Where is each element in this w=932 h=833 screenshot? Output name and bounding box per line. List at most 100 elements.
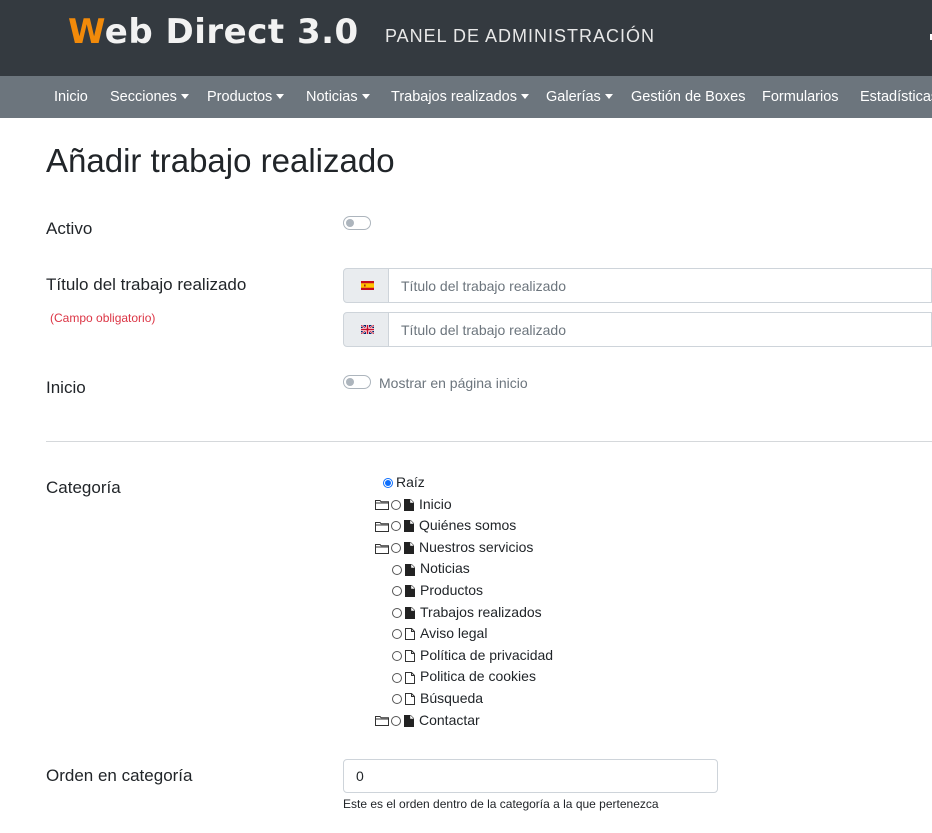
tree-item-label: Inicio	[419, 495, 452, 512]
category-radio[interactable]	[392, 672, 402, 683]
document-outline-icon	[405, 668, 420, 684]
panel-subtitle: PANEL DE ADMINISTRACIÓN	[385, 26, 656, 46]
document-outline-icon	[405, 625, 420, 641]
tree-item-label: Trabajos realizados	[420, 603, 542, 620]
uk-flag-icon	[361, 325, 374, 334]
main-nav: Inicio Secciones Productos Noticias Trab…	[0, 76, 932, 118]
tree-item-label: Búsqueda	[420, 690, 484, 706]
nav-item-formularios[interactable]: Formularios	[762, 76, 839, 118]
tree-item[interactable]: Inicio	[375, 494, 452, 514]
orden-label: Orden en categoría	[46, 766, 193, 785]
tree-item-label: Noticias	[420, 560, 470, 577]
tree-item-label: Nuestros servicios	[419, 538, 534, 555]
tree-item[interactable]: Politica de cookies	[392, 666, 536, 686]
nav-item-secciones[interactable]: Secciones	[110, 76, 189, 118]
caret-down-icon	[521, 93, 529, 99]
tree-item[interactable]: Productos	[392, 580, 483, 600]
nav-item-label: Gestión de Boxes	[631, 89, 746, 105]
category-radio[interactable]	[392, 586, 402, 597]
tree-item[interactable]: Trabajos realizados	[392, 602, 542, 622]
nav-item-label: Inicio	[54, 89, 88, 105]
category-radio[interactable]	[383, 478, 393, 489]
nav-item-noticias[interactable]: Noticias	[306, 76, 370, 118]
tree-item[interactable]: Aviso legal	[392, 623, 487, 643]
activo-label: Activo	[46, 219, 93, 238]
titulo-en-group	[343, 312, 932, 347]
document-filled-icon	[404, 539, 419, 555]
nav-item-label: Estadísticas	[860, 89, 932, 105]
category-radio[interactable]	[392, 651, 402, 662]
nav-item-label: Noticias	[306, 89, 358, 105]
nav-item-trabajos-realizados[interactable]: Trabajos realizados	[391, 76, 529, 118]
spain-flag-icon	[361, 281, 374, 290]
folder-icon	[375, 712, 391, 728]
flag-addon	[343, 268, 389, 303]
category-radio[interactable]	[391, 543, 401, 554]
tree-item[interactable]: Búsqueda	[392, 688, 483, 708]
nav-item-label: Trabajos realizados	[391, 89, 517, 105]
orden-help-text: Este es el orden dentro de la categoría …	[343, 797, 659, 811]
inicio-toggle-label[interactable]: Mostrar en página inicio	[379, 375, 528, 391]
orden-input[interactable]	[343, 759, 718, 793]
tree-item-label: Quiénes somos	[419, 517, 517, 534]
titulo-es-group	[343, 268, 932, 303]
caret-down-icon	[361, 93, 370, 99]
inicio-label: Inicio	[46, 378, 86, 397]
categoria-label: Categoría	[46, 478, 121, 497]
tree-item-label: Productos	[420, 582, 484, 598]
category-radio[interactable]	[392, 629, 402, 640]
document-filled-icon	[404, 712, 419, 728]
tree-item[interactable]: Quiénes somos	[375, 515, 516, 535]
category-radio[interactable]	[391, 715, 401, 726]
titulo-label: Título del trabajo realizado	[46, 275, 247, 294]
caret-down-icon	[276, 93, 285, 99]
tree-item-label: Raíz	[396, 474, 425, 490]
document-filled-icon	[404, 517, 419, 533]
document-filled-icon	[404, 496, 419, 512]
inicio-toggle[interactable]	[343, 375, 371, 389]
document-filled-icon	[405, 604, 420, 620]
tree-item[interactable]: Raíz	[383, 472, 425, 492]
flag-addon	[343, 312, 389, 347]
tree-item[interactable]: Contactar	[375, 710, 480, 730]
activo-toggle[interactable]	[343, 216, 371, 230]
caret-down-icon	[180, 93, 189, 99]
document-filled-icon	[405, 560, 420, 576]
nav-item-productos[interactable]: Productos	[207, 76, 285, 118]
brand-name: eb Direct 3.0	[104, 12, 359, 52]
tree-item-label: Política de privacidad	[420, 646, 554, 663]
category-radio[interactable]	[391, 499, 401, 510]
nav-item-galerias[interactable]: Galerías	[546, 76, 613, 118]
brand-logo[interactable]: Web Direct 3.0	[68, 12, 359, 52]
document-outline-icon	[405, 690, 420, 706]
category-radio[interactable]	[392, 694, 402, 705]
titulo-en-input[interactable]	[389, 312, 932, 347]
section-divider	[46, 441, 932, 442]
nav-item-inicio[interactable]: Inicio	[54, 76, 88, 118]
tree-item-label: Politica de cookies	[420, 668, 536, 685]
document-outline-icon	[405, 647, 420, 663]
nav-item-label: Secciones	[110, 89, 177, 105]
nav-item-estadisticas[interactable]: Estadísticas	[860, 76, 932, 118]
brand-initial: W	[68, 12, 105, 52]
document-filled-icon	[405, 582, 420, 598]
category-radio[interactable]	[392, 607, 402, 618]
tree-item[interactable]: Nuestros servicios	[375, 537, 533, 557]
tree-item[interactable]: Noticias	[392, 558, 470, 578]
caret-down-icon	[604, 93, 613, 99]
nav-item-label: Formularios	[762, 89, 839, 105]
tree-item-label: Contactar	[419, 711, 480, 728]
category-radio[interactable]	[392, 564, 402, 575]
folder-icon	[375, 496, 391, 512]
required-note: (Campo obligatorio)	[50, 311, 156, 325]
category-radio[interactable]	[391, 521, 401, 532]
nav-item-label: Productos	[207, 89, 273, 105]
top-header: Web Direct 3.0 PANEL DE ADMINISTRACIÓN	[0, 0, 932, 76]
nav-item-gestion-de-boxes[interactable]: Gestión de Boxes	[631, 76, 745, 118]
page-title: Añadir trabajo realizado	[46, 142, 395, 179]
titulo-es-input[interactable]	[389, 268, 932, 303]
tree-item[interactable]: Política de privacidad	[392, 645, 553, 665]
folder-icon	[375, 517, 391, 533]
nav-item-label: Galerías	[546, 89, 601, 105]
folder-icon	[375, 539, 391, 555]
